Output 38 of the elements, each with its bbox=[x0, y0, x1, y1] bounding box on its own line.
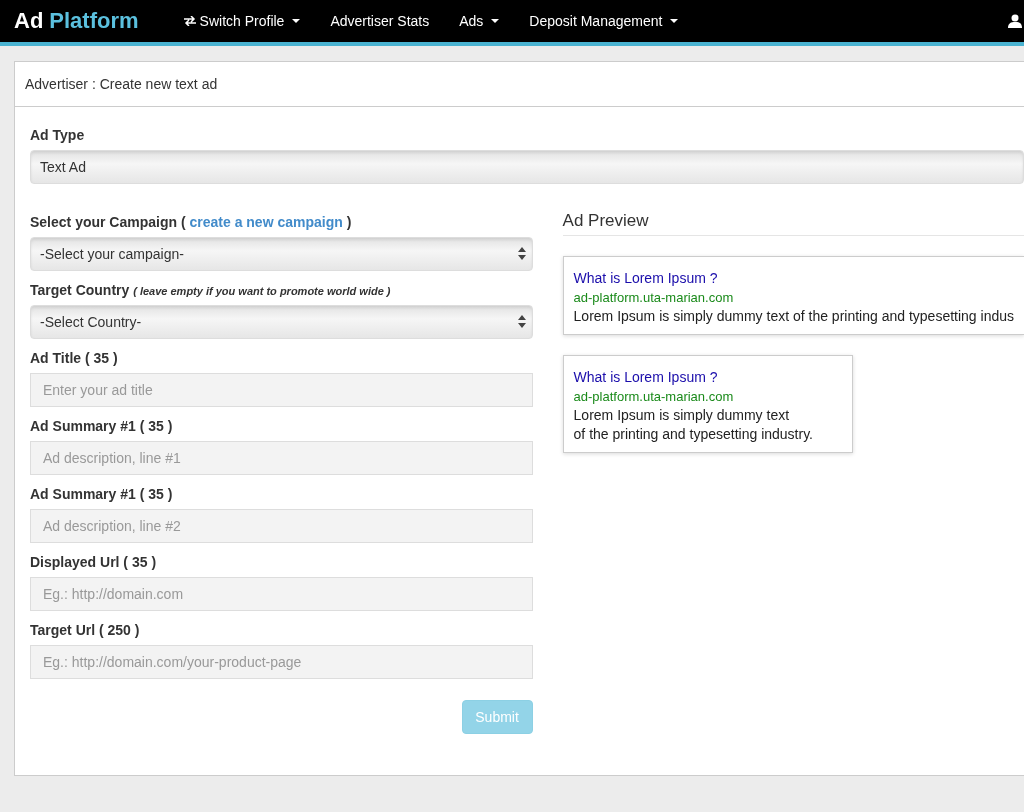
field-label: Displayed Url ( 35 ) bbox=[30, 554, 158, 570]
nav-item[interactable]: Ads bbox=[444, 0, 515, 42]
ad-type-select[interactable]: Text Ad bbox=[30, 150, 1024, 184]
field-label: Target Country ( leave empty if you want to promote world wide ) bbox=[30, 282, 392, 298]
select-arrows-icon bbox=[517, 315, 526, 328]
select-field[interactable]: -Select your campaign- bbox=[30, 237, 533, 271]
preview-heading: Ad Preview bbox=[562, 211, 1024, 236]
caret-icon bbox=[491, 19, 500, 23]
swap-arrows-icon bbox=[183, 16, 196, 26]
input-field[interactable]: Ad description, line #2 bbox=[30, 509, 533, 543]
select-field[interactable]: -Select Country- bbox=[30, 305, 533, 339]
input-field[interactable]: Eg.: http://domain.com/your-product-page bbox=[30, 645, 533, 679]
field-label: Ad Summary #1 ( 35 ) bbox=[30, 418, 174, 434]
caret-icon bbox=[670, 19, 679, 23]
input-field[interactable]: Ad description, line #1 bbox=[30, 441, 533, 475]
ad-description: Lorem Ipsum is simply dummy text bbox=[573, 406, 791, 425]
field-label: Ad Title ( 35 ) bbox=[30, 350, 119, 366]
panel-title: Advertiser : Create new text ad bbox=[15, 62, 1024, 107]
ad-url: ad-platform.uta-marian.com bbox=[573, 289, 735, 307]
ad-url: ad-platform.uta-marian.com bbox=[573, 388, 735, 406]
nav-item[interactable]: Advertiser Stats bbox=[315, 0, 445, 42]
field-label: Ad Type bbox=[30, 127, 86, 143]
field-label: Select your Campaign ( create a new campaign ) bbox=[30, 214, 353, 230]
caret-icon bbox=[292, 19, 301, 23]
input-field[interactable]: Enter your ad title bbox=[30, 373, 533, 407]
nav-item[interactable]: Switch Profile bbox=[168, 0, 316, 42]
field-label: Ad Summary #1 ( 35 ) bbox=[30, 486, 174, 502]
select-arrows-icon bbox=[517, 247, 526, 260]
ad-description: of the printing and typesetting industry. bbox=[573, 425, 814, 444]
input-field[interactable]: Eg.: http://domain.com bbox=[30, 577, 533, 611]
ad-description: Lorem Ipsum is simply dummy text of the printing and typesetting indus bbox=[573, 307, 1014, 326]
user-icon[interactable] bbox=[1008, 14, 1022, 28]
create-campaign-link[interactable]: create a new campaign bbox=[189, 214, 343, 230]
ad-title: What is Lorem Ipsum ? bbox=[573, 269, 719, 288]
nav-item[interactable]: Deposit Management bbox=[514, 0, 694, 42]
brand-logo[interactable]: Ad Platform bbox=[14, 8, 139, 34]
field-label: Target Url ( 250 ) bbox=[30, 622, 141, 638]
ad-title: What is Lorem Ipsum ? bbox=[573, 368, 719, 387]
